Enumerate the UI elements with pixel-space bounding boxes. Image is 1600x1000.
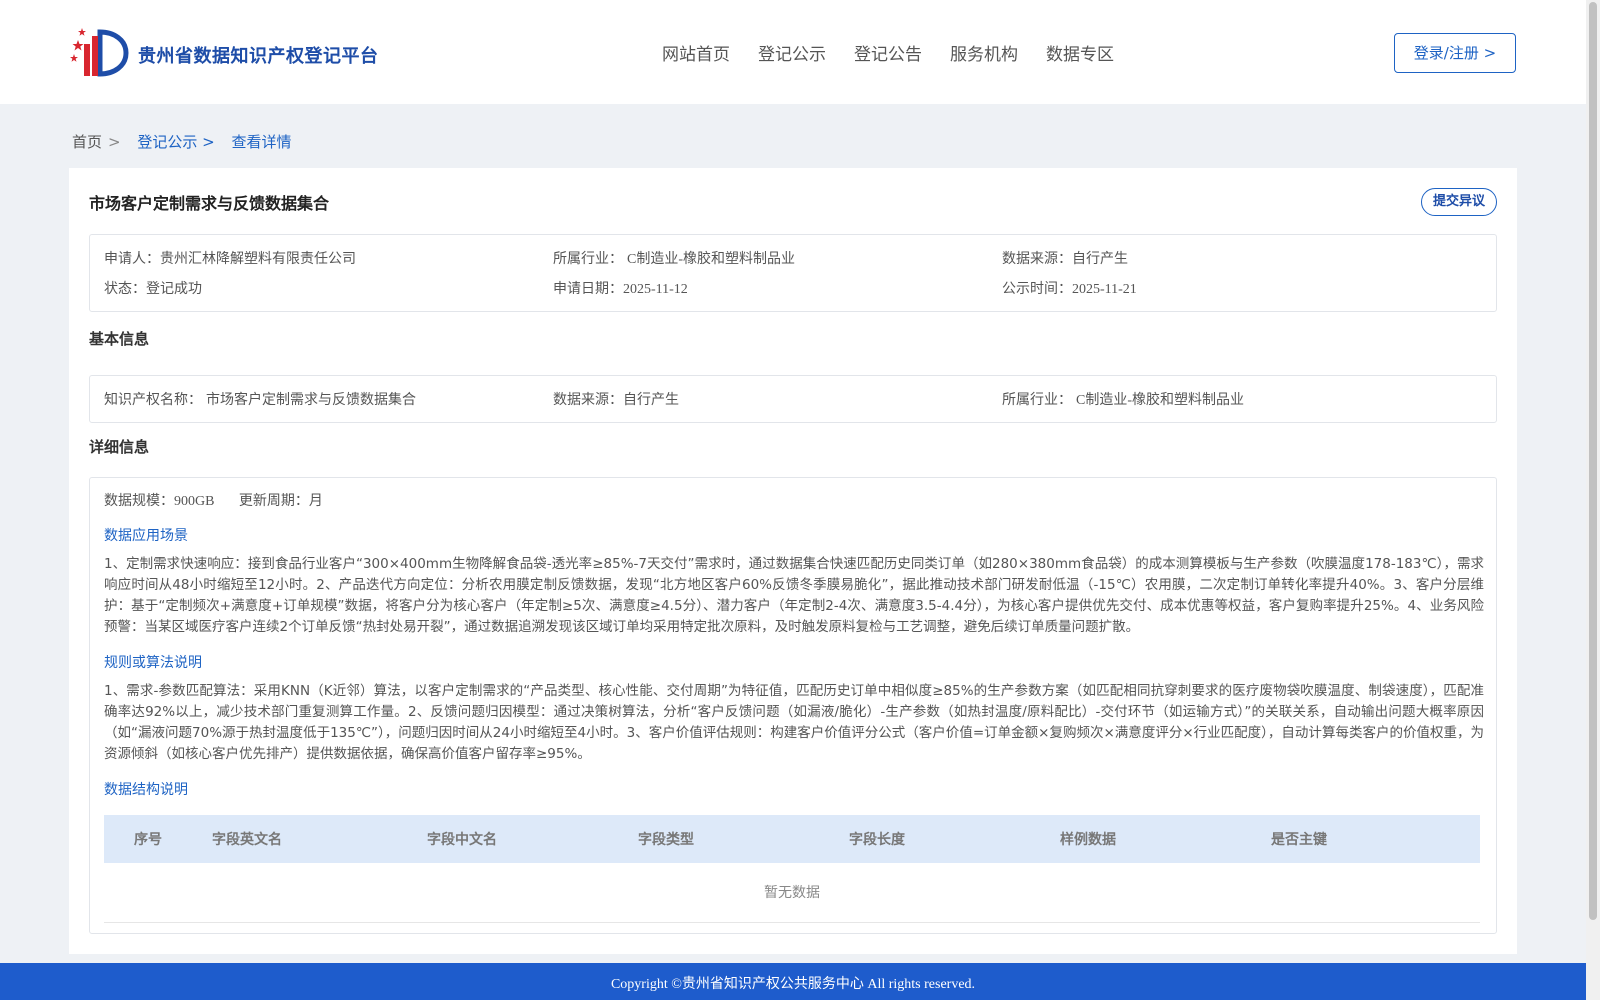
- industry-label: 所属行业：: [553, 251, 623, 267]
- nav-registration-announcement[interactable]: 登记公告: [854, 40, 922, 65]
- scale-label: 数据规模：: [104, 493, 174, 509]
- detail-info-panel: 数据规模：900GB 更新周期：月 数据应用场景 1、定制需求快速响应：接到食品…: [89, 477, 1497, 934]
- basic-source-field: 数据来源：自行产生: [553, 389, 679, 409]
- apply-date-label: 申请日期：: [553, 281, 623, 297]
- breadcrumb-section[interactable]: 登记公示 >: [137, 133, 214, 151]
- scale-cycle-row: 数据规模：900GB 更新周期：月: [104, 490, 323, 510]
- rule-text: 1、需求-参数匹配算法：采用KNN（K近邻）算法，以客户定制需求的“产品类型、核…: [104, 683, 1484, 762]
- basic-industry-value: C制造业-橡胶和塑料制品业: [1076, 393, 1244, 408]
- scrollbar-thumb[interactable]: [1589, 2, 1597, 920]
- status-value: 登记成功: [146, 281, 202, 297]
- basic-source-label: 数据来源：: [553, 392, 623, 408]
- detail-card: 市场客户定制需求与反馈数据集合 提交异议 申请人：贵州汇林降解塑料有限责任公司 …: [69, 168, 1517, 954]
- ip-name-value: 市场客户定制需求与反馈数据集合: [206, 392, 416, 408]
- breadcrumb: 首页 > 登记公示 > 查看详情: [72, 131, 298, 152]
- status-label: 状态：: [104, 281, 146, 297]
- industry-field: 所属行业： C制造业-橡胶和塑料制品业: [553, 248, 795, 268]
- summary-panel: 申请人：贵州汇林降解塑料有限责任公司 所属行业： C制造业-橡胶和塑料制品业 数据…: [89, 234, 1497, 312]
- source-field: 数据来源：自行产生: [1002, 248, 1128, 268]
- publish-date-field: 公示时间：2025-11-21: [1002, 278, 1137, 298]
- column-header: 字段长度: [849, 832, 905, 848]
- ip-name-label: 知识产权名称：: [104, 392, 202, 408]
- cycle-label: 更新周期：: [238, 493, 309, 509]
- table-header: 序号 字段英文名 字段中文名 字段类型 字段长度 样例数据 是否主键: [104, 815, 1480, 863]
- detail-info-title: 详细信息: [89, 438, 150, 456]
- source-label: 数据来源：: [1002, 251, 1072, 267]
- basic-industry-label: 所属行业：: [1002, 392, 1072, 408]
- structure-title: 数据结构说明: [104, 782, 188, 798]
- column-header: 字段类型: [638, 832, 694, 848]
- scenario-title: 数据应用场景: [104, 528, 188, 544]
- ip-name-field: 知识产权名称： 市场客户定制需求与反馈数据集合: [104, 389, 416, 409]
- breadcrumb-home[interactable]: 首页: [72, 133, 102, 151]
- basic-source-value: 自行产生: [623, 392, 679, 408]
- basic-info-title: 基本信息: [89, 330, 150, 348]
- page-scrollbar[interactable]: [1586, 0, 1600, 1000]
- apply-date-value: 2025-11-12: [623, 282, 688, 297]
- rule-title: 规则或算法说明: [104, 655, 202, 671]
- data-structure-table: 序号 字段英文名 字段中文名 字段类型 字段长度 样例数据 是否主键 暂无数据: [104, 815, 1480, 923]
- platform-logo[interactable]: [70, 26, 130, 78]
- column-header: 字段中文名: [427, 832, 497, 848]
- column-header: 序号: [134, 832, 162, 848]
- apply-date-field: 申请日期：2025-11-12: [553, 278, 688, 298]
- page-title: 市场客户定制需求与反馈数据集合: [89, 194, 330, 213]
- applicant-label: 申请人：: [104, 251, 160, 267]
- table-empty-row: 暂无数据: [104, 863, 1480, 923]
- submit-dispute-button[interactable]: 提交异议: [1421, 188, 1497, 216]
- nav-home[interactable]: 网站首页: [662, 40, 730, 65]
- main-nav: 网站首页 登记公示 登记公告 服务机构 数据专区: [662, 40, 1142, 65]
- login-register-button[interactable]: 登录/注册 >: [1394, 33, 1516, 73]
- breadcrumb-separator: >: [108, 133, 121, 151]
- column-header: 样例数据: [1060, 832, 1116, 848]
- applicant-field: 申请人：贵州汇林降解塑料有限责任公司: [104, 248, 356, 268]
- nav-service-agencies[interactable]: 服务机构: [950, 40, 1018, 65]
- column-header: 是否主键: [1271, 832, 1327, 848]
- column-header: 字段英文名: [212, 832, 282, 848]
- nav-registration-publicity[interactable]: 登记公示: [758, 40, 826, 65]
- nav-data-zone[interactable]: 数据专区: [1046, 40, 1114, 65]
- status-field: 状态：登记成功: [104, 278, 202, 298]
- industry-value: C制造业-橡胶和塑料制品业: [627, 252, 795, 267]
- cycle-value: 月: [308, 493, 323, 509]
- publish-date-value: 2025-11-21: [1072, 282, 1137, 297]
- scale-value: 900GB: [174, 494, 215, 509]
- basic-industry-field: 所属行业： C制造业-橡胶和塑料制品业: [1002, 389, 1244, 409]
- source-value: 自行产生: [1072, 251, 1128, 267]
- top-header: 贵州省数据知识产权登记平台 网站首页 登记公示 登记公告 服务机构 数据专区 登…: [0, 0, 1586, 104]
- publish-date-label: 公示时间：: [1002, 281, 1072, 297]
- scenario-text: 1、定制需求快速响应：接到食品行业客户“300×400mm生物降解食品袋-透光率…: [104, 556, 1484, 635]
- applicant-value: 贵州汇林降解塑料有限责任公司: [160, 251, 356, 267]
- basic-info-panel: 知识产权名称： 市场客户定制需求与反馈数据集合 数据来源：自行产生 所属行业： C制…: [89, 375, 1497, 423]
- site-title[interactable]: 贵州省数据知识产权登记平台: [138, 42, 379, 68]
- breadcrumb-current: 查看详情: [231, 133, 292, 151]
- footer-copyright: Copyright ©贵州省知识产权公共服务中心 All rights rese…: [0, 963, 1586, 1000]
